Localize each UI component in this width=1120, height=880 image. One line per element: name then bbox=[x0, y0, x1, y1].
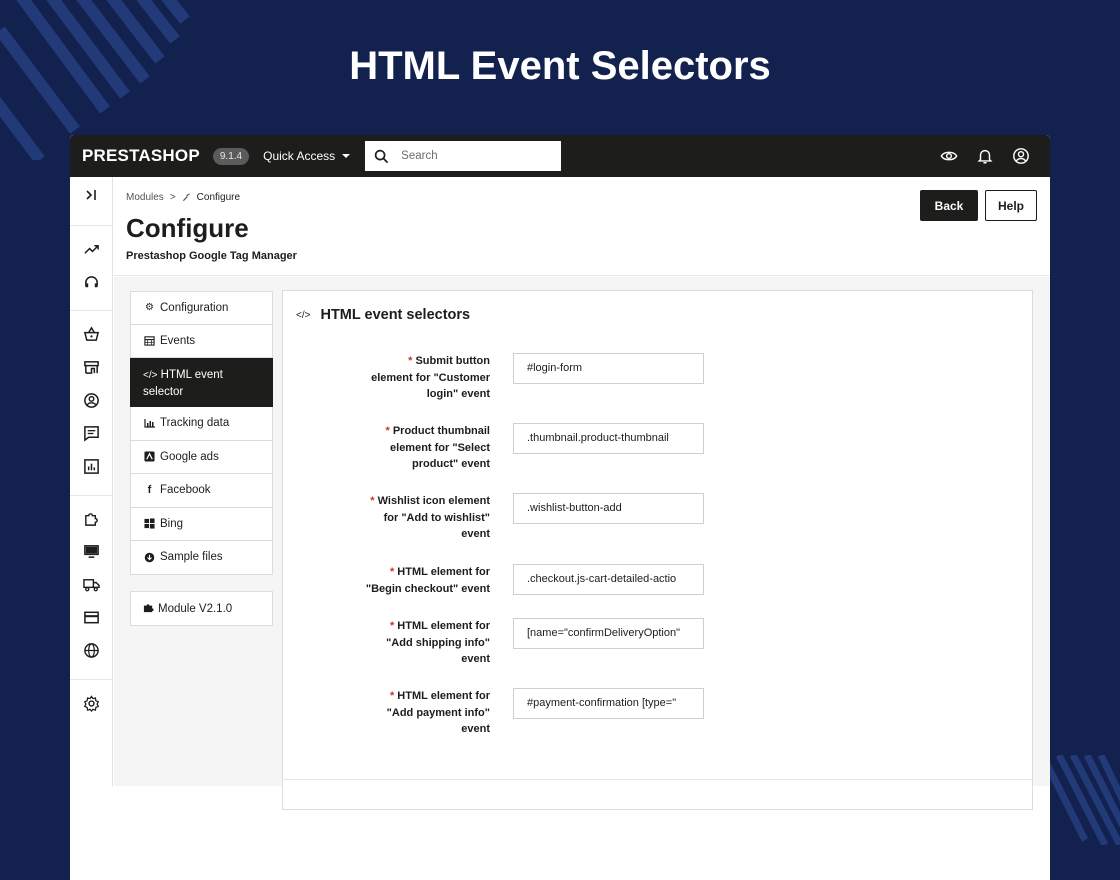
page-subtitle: Prestashop Google Tag Manager bbox=[126, 250, 297, 262]
prestashop-logo[interactable]: PRESTASHOP bbox=[82, 146, 200, 166]
field-label: * Wishlist icon element for "Add to wish… bbox=[370, 495, 490, 540]
tab-configuration[interactable]: ⚙ Configuration bbox=[130, 291, 273, 325]
windows-icon bbox=[143, 518, 156, 529]
tab-label: Sample files bbox=[160, 551, 223, 564]
top-bar: PRESTASHOP 9.1.4 Quick Access Search bbox=[70, 135, 1050, 177]
help-button[interactable]: Help bbox=[985, 190, 1037, 221]
caret-down-icon bbox=[342, 154, 351, 158]
card-icon[interactable] bbox=[82, 608, 101, 627]
tab-label: Events bbox=[160, 334, 196, 347]
breadcrumb-separator: > bbox=[169, 192, 176, 203]
required-marker: * bbox=[389, 620, 395, 632]
decorative-stripes-corner bbox=[1045, 755, 1120, 845]
required-marker: * bbox=[370, 495, 375, 507]
panel-footer-divider bbox=[283, 779, 1032, 780]
add-shipping-info-selector-input[interactable]: [name="confirmDeliveryOption" bbox=[513, 618, 704, 649]
google-ads-icon bbox=[143, 451, 156, 462]
field-label: * HTML element for "Add shipping info" e… bbox=[386, 620, 490, 665]
user-icon[interactable] bbox=[1012, 147, 1030, 165]
sidebar bbox=[70, 177, 113, 786]
begin-checkout-selector-input[interactable]: .checkout.js-cart-detailed-actio bbox=[513, 564, 704, 595]
tab-label: Google ads bbox=[160, 450, 219, 463]
module-version-box: Module V2.1.0 bbox=[130, 591, 273, 626]
panel-title: HTML event selectors bbox=[320, 307, 471, 323]
required-marker: * bbox=[385, 425, 390, 437]
back-button[interactable]: Back bbox=[920, 190, 978, 221]
stats-icon[interactable] bbox=[82, 457, 101, 476]
cogs-icon: ⚙ bbox=[145, 302, 154, 314]
tab-sample-files[interactable]: Sample files bbox=[130, 541, 273, 575]
breadcrumb: Modules > Configure bbox=[126, 192, 240, 203]
app-window: PRESTASHOP 9.1.4 Quick Access Search Mod… bbox=[70, 135, 1050, 880]
customer-icon[interactable] bbox=[82, 391, 101, 410]
tab-events[interactable]: Events bbox=[130, 324, 273, 358]
tab-bing[interactable]: Bing bbox=[130, 507, 273, 541]
code-icon: </> bbox=[296, 309, 311, 321]
calendar-icon bbox=[143, 335, 156, 346]
code-icon: </> bbox=[143, 370, 158, 381]
page-header: Modules > Configure Configure Prestashop… bbox=[114, 177, 1050, 276]
field-label: * Product thumbnail element for "Select … bbox=[385, 425, 490, 470]
module-version-label: Module V2.1.0 bbox=[158, 602, 233, 615]
html-selectors-panel: </> HTML event selectors * Submit button… bbox=[282, 290, 1033, 810]
search-input[interactable]: Search bbox=[365, 141, 562, 171]
wrench-icon bbox=[182, 193, 190, 202]
basket-icon[interactable] bbox=[82, 325, 101, 344]
puzzle-icon[interactable] bbox=[82, 509, 101, 528]
store-icon[interactable] bbox=[82, 358, 101, 377]
trending-icon[interactable] bbox=[82, 240, 101, 259]
quick-access-label: Quick Access bbox=[263, 149, 336, 163]
truck-icon[interactable] bbox=[82, 575, 101, 594]
version-badge: 9.1.4 bbox=[212, 147, 250, 165]
tab-facebook[interactable]: f Facebook bbox=[130, 474, 273, 508]
breadcrumb-modules[interactable]: Modules bbox=[126, 192, 164, 203]
download-icon bbox=[143, 552, 156, 563]
tab-label: Configuration bbox=[160, 301, 229, 314]
quick-access-dropdown[interactable]: Quick Access bbox=[263, 149, 351, 163]
field-label: * HTML element for "Add payment info" ev… bbox=[386, 690, 490, 735]
search-placeholder: Search bbox=[401, 150, 438, 162]
field-label: * Submit button element for "Customer lo… bbox=[371, 355, 490, 400]
support-icon[interactable] bbox=[82, 273, 101, 292]
tab-label: Tracking data bbox=[160, 417, 230, 430]
monitor-icon[interactable] bbox=[82, 542, 101, 561]
eye-icon[interactable] bbox=[940, 147, 958, 165]
tab-tracking-data[interactable]: Tracking data bbox=[130, 407, 273, 441]
select-product-selector-input[interactable]: .thumbnail.product-thumbnail bbox=[513, 423, 704, 454]
add-payment-info-selector-input[interactable]: #payment-confirmation [type=" bbox=[513, 688, 704, 719]
required-marker: * bbox=[389, 566, 395, 578]
add-to-wishlist-selector-input[interactable]: .wishlist-button-add bbox=[513, 493, 704, 524]
tab-label: Bing bbox=[160, 517, 184, 530]
collapse-icon[interactable] bbox=[82, 185, 101, 204]
panel-header: </> HTML event selectors bbox=[296, 307, 470, 323]
search-icon bbox=[374, 149, 389, 163]
message-icon[interactable] bbox=[82, 424, 101, 443]
chart-icon bbox=[143, 418, 156, 428]
required-marker: * bbox=[408, 355, 413, 367]
tab-html-event-selector[interactable]: </> HTML event selector bbox=[130, 358, 273, 407]
tab-label: Facebook bbox=[160, 484, 211, 497]
tab-google-ads[interactable]: Google ads bbox=[130, 440, 273, 474]
customer-login-selector-input[interactable]: #login-form bbox=[513, 353, 704, 384]
bell-icon[interactable] bbox=[976, 147, 994, 165]
required-marker: * bbox=[389, 690, 395, 702]
gear-icon[interactable] bbox=[82, 694, 101, 713]
globe-icon[interactable] bbox=[82, 641, 101, 660]
field-label: * HTML element for "Begin checkout" even… bbox=[365, 566, 490, 595]
hero-title: HTML Event Selectors bbox=[349, 44, 771, 88]
page-title: Configure bbox=[126, 213, 249, 243]
facebook-icon: f bbox=[147, 484, 152, 497]
config-tabs: ⚙ Configuration Events </> HTML event se… bbox=[130, 291, 273, 575]
puzzle-piece-icon bbox=[143, 602, 154, 616]
breadcrumb-configure: Configure bbox=[196, 192, 241, 203]
